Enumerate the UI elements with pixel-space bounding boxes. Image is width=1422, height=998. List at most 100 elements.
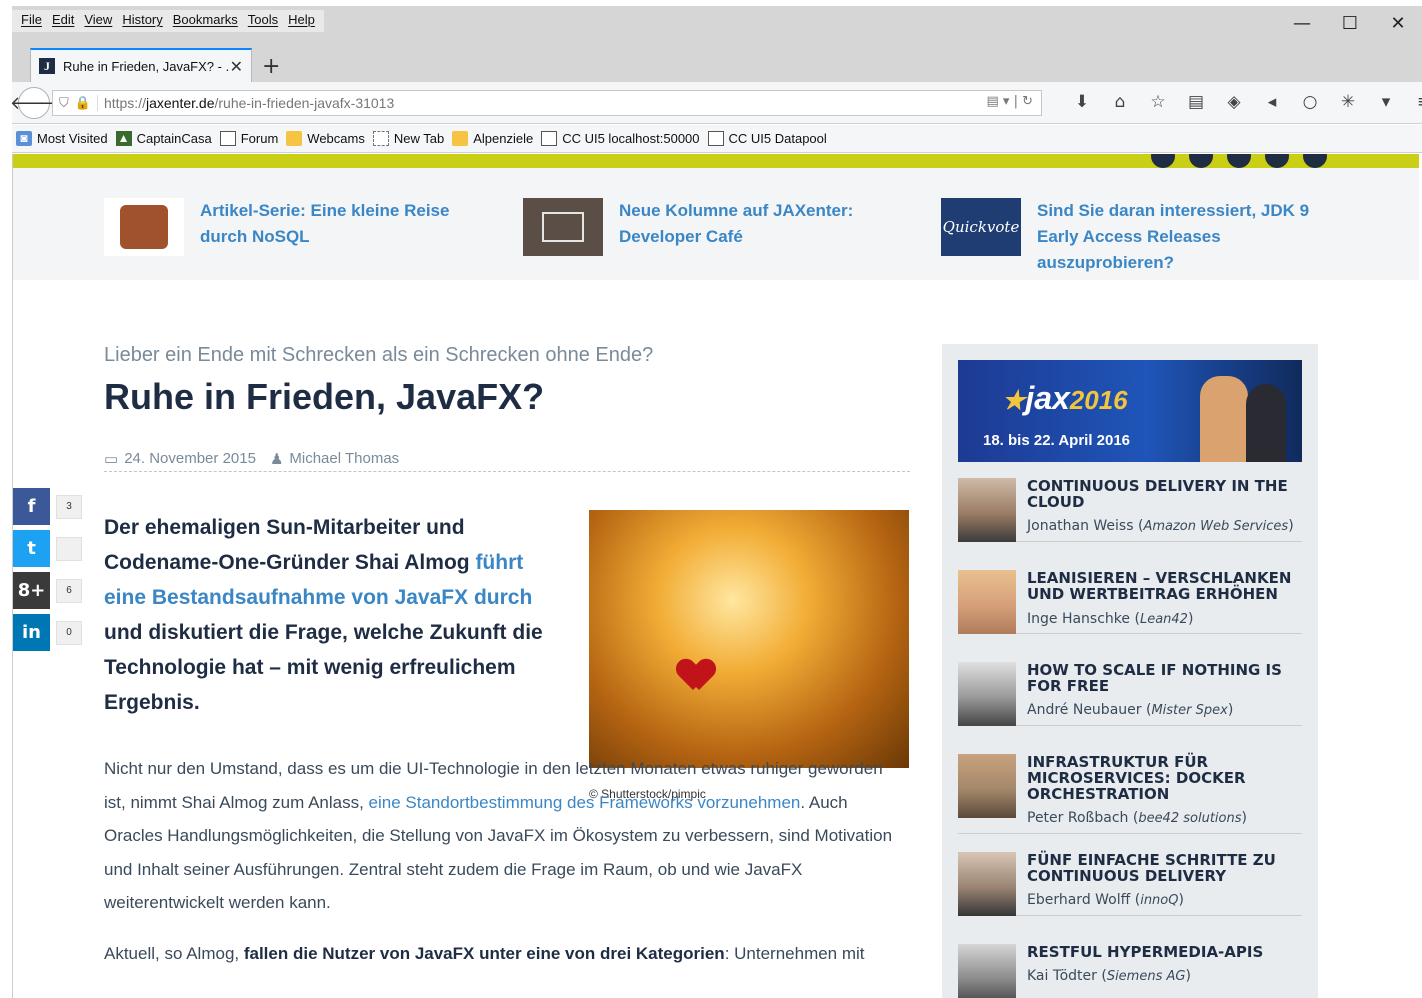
- close-window-button[interactable]: ✕: [1374, 6, 1422, 40]
- lead-text: Der ehemaligen Sun-Mitarbeiter und Coden…: [104, 516, 476, 574]
- speaker-photo: [958, 662, 1016, 726]
- minimize-button[interactable]: —: [1278, 6, 1326, 40]
- talk-title[interactable]: CONTINUOUS DELIVERY IN THE CLOUD: [1027, 478, 1302, 510]
- bookmarks-library-icon[interactable]: ▤: [1186, 92, 1206, 112]
- article-title: Ruhe in Frieden, JavaFX?: [104, 376, 545, 417]
- talk-item[interactable]: INFRASTRUKTUR FÜR MICROSERVICES: DOCKER …: [958, 754, 1302, 834]
- pocket-icon[interactable]: ◈: [1224, 92, 1244, 112]
- bookmark-label: CC UI5 Datapool: [728, 131, 827, 146]
- speaker-name: Jonathan Weiss: [1027, 518, 1134, 534]
- url-text[interactable]: https://jaxenter.de/ruhe-in-frieden-java…: [96, 95, 394, 111]
- bookmark-webcams[interactable]: Webcams: [286, 131, 365, 146]
- talk-title[interactable]: FÜNF EINFACHE SCHRITTE ZU CONTINUOUS DEL…: [1027, 852, 1302, 884]
- header-social-icon[interactable]: [1189, 154, 1213, 168]
- title-bar: File Edit View History Bookmarks Tools H…: [12, 6, 1422, 44]
- jax-2016-banner[interactable]: ★jax2016 18. bis 22. April 2016: [958, 360, 1302, 462]
- article-kicker: Lieber ein Ende mit Schrecken als ein Sc…: [104, 344, 654, 366]
- page-content: Artikel-Serie: Eine kleine Reise durch N…: [12, 154, 1422, 998]
- page-icon: [372, 131, 389, 146]
- facebook-share-button[interactable]: f: [13, 488, 50, 525]
- menu-view[interactable]: View: [79, 10, 117, 32]
- banner-speakers-image: [1198, 368, 1288, 462]
- speaker-figure: [1200, 376, 1248, 462]
- talk-item[interactable]: RESTFUL HYPERMEDIA-APIS Kai Tödter (Siem…: [958, 944, 1302, 998]
- speaker-company: Siemens AG: [1106, 969, 1186, 984]
- header-social-icon[interactable]: [1151, 154, 1175, 168]
- dropdown-icon[interactable]: ▾: [1376, 92, 1396, 112]
- bookmark-new-tab[interactable]: New Tab: [372, 131, 444, 146]
- talk-item[interactable]: LEANISIEREN – VERSCHLANKEN UND WERTBEITR…: [958, 570, 1302, 634]
- bookmark-star-icon[interactable]: ☆: [1148, 92, 1168, 112]
- bookmark-label: CC UI5 localhost:50000: [562, 131, 700, 146]
- talk-speaker: André Neubauer (Mister Spex): [1027, 702, 1234, 718]
- download-icon[interactable]: ⬇: [1072, 92, 1092, 112]
- linkedin-share-button[interactable]: in: [13, 614, 50, 651]
- bookmark-label: Webcams: [307, 131, 365, 146]
- bookmark-alpenziele[interactable]: Alpenziele: [452, 131, 533, 146]
- teaser-link[interactable]: Sind Sie daran interessiert, JDK 9 Early…: [1037, 198, 1317, 276]
- bookmark-cc-ui5-localhost[interactable]: CC UI5 localhost:50000: [541, 131, 700, 146]
- extension-icon[interactable]: ✳: [1338, 92, 1358, 112]
- teaser-item[interactable]: Artikel-Serie: Eine kleine Reise durch N…: [104, 198, 460, 256]
- bookmark-captaincasa[interactable]: ▲ CaptainCasa: [115, 131, 212, 146]
- bookmark-cc-ui5-datapool[interactable]: CC UI5 Datapool: [707, 131, 827, 146]
- header-social-icon[interactable]: [1227, 154, 1251, 168]
- shield-icon[interactable]: ⛉: [59, 96, 69, 111]
- speaker-name: Inge Hanschke: [1027, 611, 1131, 627]
- url-bar[interactable]: ⛉ 🔒 https://jaxenter.de/ruhe-in-frieden-…: [52, 90, 1042, 116]
- talk-item[interactable]: FÜNF EINFACHE SCHRITTE ZU CONTINUOUS DEL…: [958, 852, 1302, 916]
- body-link[interactable]: eine Standortbestimmung des Frameworks v…: [369, 793, 801, 812]
- teaser-item[interactable]: Quickvote Sind Sie daran interessiert, J…: [941, 198, 1317, 276]
- menu-history[interactable]: History: [117, 10, 167, 32]
- speaker-name: Peter Roßbach: [1027, 810, 1129, 826]
- browser-window: File Edit View History Bookmarks Tools H…: [10, 6, 1422, 998]
- googleplus-share-button[interactable]: 8+: [13, 572, 50, 609]
- maximize-button[interactable]: ☐: [1326, 6, 1374, 40]
- talk-item[interactable]: HOW TO SCALE IF NOTHING IS FOR FREE Andr…: [958, 662, 1302, 726]
- hamburger-menu-icon[interactable]: ≡: [1414, 92, 1422, 112]
- menu-edit[interactable]: Edit: [47, 10, 79, 32]
- header-social-icon[interactable]: [1265, 154, 1289, 168]
- toolbar-icons: ⬇ ⌂ ☆ ▤ ◈ ◂ ○ ✳ ▾ ≡: [1072, 92, 1422, 112]
- new-tab-button[interactable]: +: [262, 54, 280, 79]
- speaker-company: bee42 solutions: [1138, 811, 1242, 826]
- reader-view-icon[interactable]: ▤ ▾ | ↻: [987, 94, 1033, 109]
- teaser-item[interactable]: Neue Kolumne auf JAXenter: Developer Caf…: [523, 198, 879, 256]
- teaser-link[interactable]: Neue Kolumne auf JAXenter: Developer Caf…: [619, 198, 879, 256]
- twitter-share-button[interactable]: t: [13, 530, 50, 567]
- suitcase-thumbnail: [104, 198, 184, 256]
- header-social-icon[interactable]: [1303, 154, 1327, 168]
- body-paragraph: Aktuell, so Almog, fallen die Nutzer von…: [104, 937, 904, 971]
- speaker-name: André Neubauer: [1027, 702, 1142, 718]
- jax-logo: ★jax2016: [1002, 380, 1128, 417]
- talk-title[interactable]: LEANISIEREN – VERSCHLANKEN UND WERTBEITR…: [1027, 570, 1302, 602]
- teaser-link[interactable]: Artikel-Serie: Eine kleine Reise durch N…: [200, 198, 460, 256]
- teaser-strip: Artikel-Serie: Eine kleine Reise durch N…: [13, 168, 1419, 280]
- talk-speaker: Inge Hanschke (Lean42): [1027, 611, 1194, 627]
- talk-item[interactable]: CONTINUOUS DELIVERY IN THE CLOUD Jonatha…: [958, 478, 1302, 542]
- image-icon: [541, 131, 558, 146]
- tab-close-icon[interactable]: ✕: [230, 57, 243, 76]
- menu-tools[interactable]: Tools: [243, 10, 283, 32]
- speaker-figure: [1246, 384, 1286, 462]
- talk-title[interactable]: INFRASTRUKTUR FÜR MICROSERVICES: DOCKER …: [1027, 754, 1302, 802]
- article-image-heart-in-sand: [589, 510, 909, 768]
- talk-title[interactable]: RESTFUL HYPERMEDIA-APIS: [1027, 944, 1302, 960]
- laptop-thumbnail: [523, 198, 603, 256]
- menu-bookmarks[interactable]: Bookmarks: [168, 10, 243, 32]
- lock-icon[interactable]: 🔒: [75, 96, 91, 111]
- article-author[interactable]: Michael Thomas: [289, 450, 399, 467]
- menu-help[interactable]: Help: [283, 10, 320, 32]
- bookmark-forum[interactable]: Forum: [219, 131, 278, 146]
- chat-icon[interactable]: ○: [1300, 92, 1320, 112]
- social-share-bar: f t 8+ in 3 6 0: [13, 488, 82, 656]
- menu-file[interactable]: File: [16, 10, 47, 32]
- back-button[interactable]: 🡐: [10, 87, 58, 119]
- home-icon[interactable]: ⌂: [1110, 92, 1130, 112]
- send-icon[interactable]: ◂: [1262, 92, 1282, 112]
- talk-title[interactable]: HOW TO SCALE IF NOTHING IS FOR FREE: [1027, 662, 1302, 694]
- quickvote-thumbnail: Quickvote: [941, 198, 1021, 256]
- tab-bar: J Ruhe in Frieden, JavaFX? - ... ✕ +: [12, 44, 1422, 82]
- tab-active[interactable]: J Ruhe in Frieden, JavaFX? - ... ✕: [30, 48, 252, 82]
- bookmark-most-visited[interactable]: ◙ Most Visited: [16, 131, 108, 146]
